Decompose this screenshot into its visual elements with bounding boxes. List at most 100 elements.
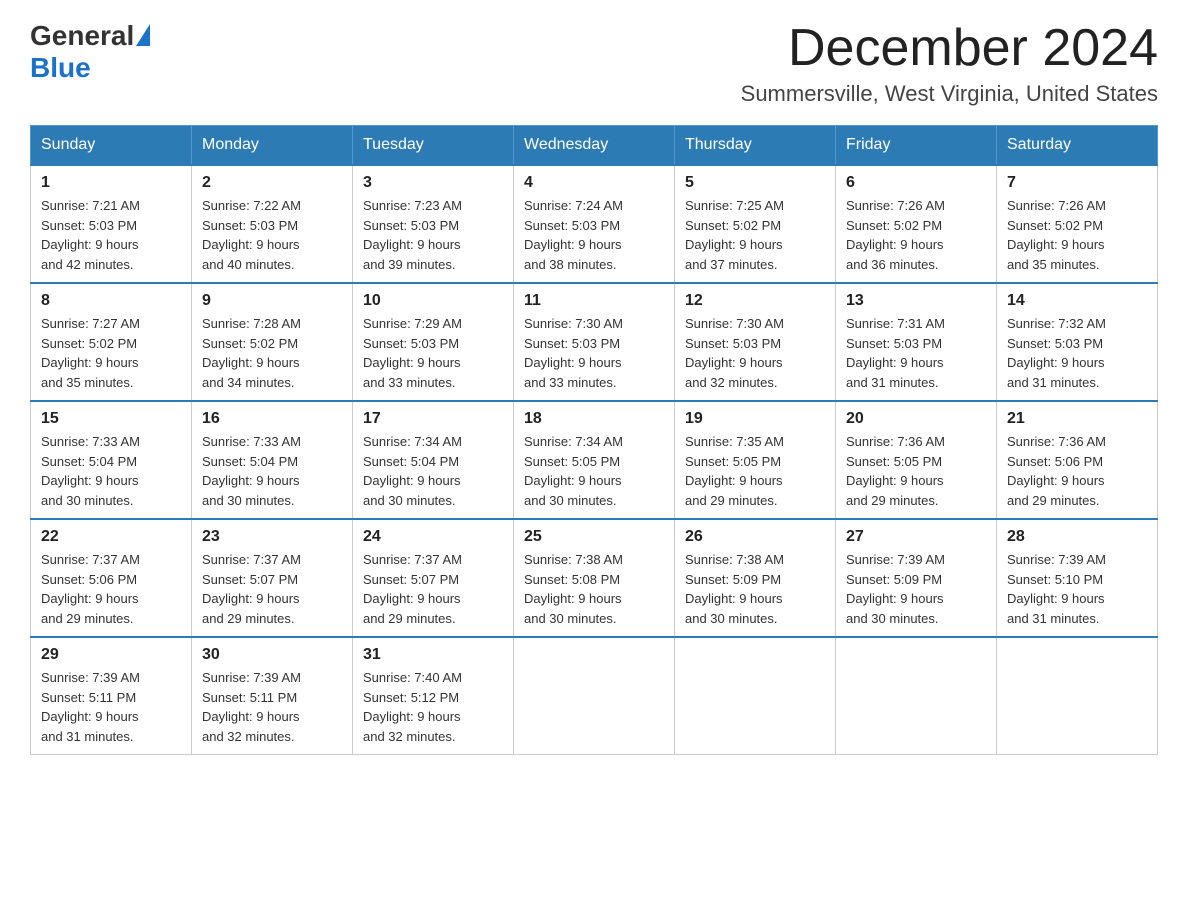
day-number: 29 [41, 646, 181, 664]
calendar-cell: 27 Sunrise: 7:39 AMSunset: 5:09 PMDaylig… [836, 519, 997, 637]
day-info: Sunrise: 7:37 AMSunset: 5:07 PMDaylight:… [202, 552, 301, 626]
day-number: 11 [524, 292, 664, 310]
calendar-cell: 15 Sunrise: 7:33 AMSunset: 5:04 PMDaylig… [31, 401, 192, 519]
calendar-cell: 9 Sunrise: 7:28 AMSunset: 5:02 PMDayligh… [192, 283, 353, 401]
day-number: 31 [363, 646, 503, 664]
day-info: Sunrise: 7:36 AMSunset: 5:05 PMDaylight:… [846, 434, 945, 508]
day-info: Sunrise: 7:34 AMSunset: 5:04 PMDaylight:… [363, 434, 462, 508]
day-number: 25 [524, 528, 664, 546]
day-number: 2 [202, 174, 342, 192]
location-title: Summersville, West Virginia, United Stat… [741, 81, 1158, 107]
logo-blue-part [134, 24, 150, 48]
day-header-friday: Friday [836, 126, 997, 166]
week-row-5: 29 Sunrise: 7:39 AMSunset: 5:11 PMDaylig… [31, 637, 1158, 755]
day-header-sunday: Sunday [31, 126, 192, 166]
calendar-cell: 3 Sunrise: 7:23 AMSunset: 5:03 PMDayligh… [353, 165, 514, 283]
calendar-cell: 10 Sunrise: 7:29 AMSunset: 5:03 PMDaylig… [353, 283, 514, 401]
day-number: 5 [685, 174, 825, 192]
calendar-cell: 13 Sunrise: 7:31 AMSunset: 5:03 PMDaylig… [836, 283, 997, 401]
day-info: Sunrise: 7:33 AMSunset: 5:04 PMDaylight:… [202, 434, 301, 508]
day-number: 15 [41, 410, 181, 428]
calendar-cell [675, 637, 836, 755]
calendar-cell: 29 Sunrise: 7:39 AMSunset: 5:11 PMDaylig… [31, 637, 192, 755]
day-number: 18 [524, 410, 664, 428]
day-number: 12 [685, 292, 825, 310]
day-info: Sunrise: 7:26 AMSunset: 5:02 PMDaylight:… [1007, 198, 1106, 272]
calendar-cell: 5 Sunrise: 7:25 AMSunset: 5:02 PMDayligh… [675, 165, 836, 283]
month-title: December 2024 [741, 20, 1158, 77]
day-info: Sunrise: 7:26 AMSunset: 5:02 PMDaylight:… [846, 198, 945, 272]
day-number: 14 [1007, 292, 1147, 310]
day-info: Sunrise: 7:38 AMSunset: 5:09 PMDaylight:… [685, 552, 784, 626]
day-number: 6 [846, 174, 986, 192]
page-header: General Blue December 2024 Summersville,… [30, 20, 1158, 107]
calendar-cell: 28 Sunrise: 7:39 AMSunset: 5:10 PMDaylig… [997, 519, 1158, 637]
logo-triangle-icon [136, 24, 150, 46]
day-number: 4 [524, 174, 664, 192]
day-info: Sunrise: 7:31 AMSunset: 5:03 PMDaylight:… [846, 316, 945, 390]
logo: General Blue [30, 20, 150, 84]
calendar-cell: 17 Sunrise: 7:34 AMSunset: 5:04 PMDaylig… [353, 401, 514, 519]
day-info: Sunrise: 7:21 AMSunset: 5:03 PMDaylight:… [41, 198, 140, 272]
day-number: 22 [41, 528, 181, 546]
calendar-cell: 23 Sunrise: 7:37 AMSunset: 5:07 PMDaylig… [192, 519, 353, 637]
day-number: 9 [202, 292, 342, 310]
day-info: Sunrise: 7:37 AMSunset: 5:07 PMDaylight:… [363, 552, 462, 626]
day-info: Sunrise: 7:38 AMSunset: 5:08 PMDaylight:… [524, 552, 623, 626]
week-row-3: 15 Sunrise: 7:33 AMSunset: 5:04 PMDaylig… [31, 401, 1158, 519]
day-header-monday: Monday [192, 126, 353, 166]
calendar-cell [997, 637, 1158, 755]
day-info: Sunrise: 7:29 AMSunset: 5:03 PMDaylight:… [363, 316, 462, 390]
calendar-table: SundayMondayTuesdayWednesdayThursdayFrid… [30, 125, 1158, 755]
day-info: Sunrise: 7:39 AMSunset: 5:11 PMDaylight:… [41, 670, 140, 744]
calendar-cell: 25 Sunrise: 7:38 AMSunset: 5:08 PMDaylig… [514, 519, 675, 637]
day-header-wednesday: Wednesday [514, 126, 675, 166]
day-info: Sunrise: 7:28 AMSunset: 5:02 PMDaylight:… [202, 316, 301, 390]
calendar-cell: 24 Sunrise: 7:37 AMSunset: 5:07 PMDaylig… [353, 519, 514, 637]
day-number: 17 [363, 410, 503, 428]
calendar-cell: 20 Sunrise: 7:36 AMSunset: 5:05 PMDaylig… [836, 401, 997, 519]
week-row-4: 22 Sunrise: 7:37 AMSunset: 5:06 PMDaylig… [31, 519, 1158, 637]
day-number: 26 [685, 528, 825, 546]
day-info: Sunrise: 7:25 AMSunset: 5:02 PMDaylight:… [685, 198, 784, 272]
logo-general-text: General [30, 20, 134, 52]
calendar-cell: 12 Sunrise: 7:30 AMSunset: 5:03 PMDaylig… [675, 283, 836, 401]
day-number: 1 [41, 174, 181, 192]
calendar-cell: 26 Sunrise: 7:38 AMSunset: 5:09 PMDaylig… [675, 519, 836, 637]
day-number: 8 [41, 292, 181, 310]
day-number: 27 [846, 528, 986, 546]
day-number: 20 [846, 410, 986, 428]
week-row-1: 1 Sunrise: 7:21 AMSunset: 5:03 PMDayligh… [31, 165, 1158, 283]
day-header-thursday: Thursday [675, 126, 836, 166]
day-info: Sunrise: 7:34 AMSunset: 5:05 PMDaylight:… [524, 434, 623, 508]
day-number: 13 [846, 292, 986, 310]
calendar-cell: 7 Sunrise: 7:26 AMSunset: 5:02 PMDayligh… [997, 165, 1158, 283]
calendar-cell: 8 Sunrise: 7:27 AMSunset: 5:02 PMDayligh… [31, 283, 192, 401]
day-number: 23 [202, 528, 342, 546]
calendar-cell: 19 Sunrise: 7:35 AMSunset: 5:05 PMDaylig… [675, 401, 836, 519]
day-info: Sunrise: 7:40 AMSunset: 5:12 PMDaylight:… [363, 670, 462, 744]
day-number: 19 [685, 410, 825, 428]
calendar-cell: 14 Sunrise: 7:32 AMSunset: 5:03 PMDaylig… [997, 283, 1158, 401]
day-info: Sunrise: 7:24 AMSunset: 5:03 PMDaylight:… [524, 198, 623, 272]
day-info: Sunrise: 7:39 AMSunset: 5:10 PMDaylight:… [1007, 552, 1106, 626]
day-number: 16 [202, 410, 342, 428]
calendar-cell: 18 Sunrise: 7:34 AMSunset: 5:05 PMDaylig… [514, 401, 675, 519]
day-info: Sunrise: 7:39 AMSunset: 5:11 PMDaylight:… [202, 670, 301, 744]
day-info: Sunrise: 7:35 AMSunset: 5:05 PMDaylight:… [685, 434, 784, 508]
calendar-cell: 11 Sunrise: 7:30 AMSunset: 5:03 PMDaylig… [514, 283, 675, 401]
day-info: Sunrise: 7:30 AMSunset: 5:03 PMDaylight:… [685, 316, 784, 390]
day-number: 3 [363, 174, 503, 192]
calendar-cell [836, 637, 997, 755]
title-section: December 2024 Summersville, West Virgini… [741, 20, 1158, 107]
day-number: 7 [1007, 174, 1147, 192]
day-info: Sunrise: 7:39 AMSunset: 5:09 PMDaylight:… [846, 552, 945, 626]
calendar-cell: 6 Sunrise: 7:26 AMSunset: 5:02 PMDayligh… [836, 165, 997, 283]
day-info: Sunrise: 7:32 AMSunset: 5:03 PMDaylight:… [1007, 316, 1106, 390]
calendar-cell: 16 Sunrise: 7:33 AMSunset: 5:04 PMDaylig… [192, 401, 353, 519]
day-info: Sunrise: 7:37 AMSunset: 5:06 PMDaylight:… [41, 552, 140, 626]
day-number: 28 [1007, 528, 1147, 546]
day-info: Sunrise: 7:33 AMSunset: 5:04 PMDaylight:… [41, 434, 140, 508]
calendar-cell: 4 Sunrise: 7:24 AMSunset: 5:03 PMDayligh… [514, 165, 675, 283]
calendar-cell: 2 Sunrise: 7:22 AMSunset: 5:03 PMDayligh… [192, 165, 353, 283]
